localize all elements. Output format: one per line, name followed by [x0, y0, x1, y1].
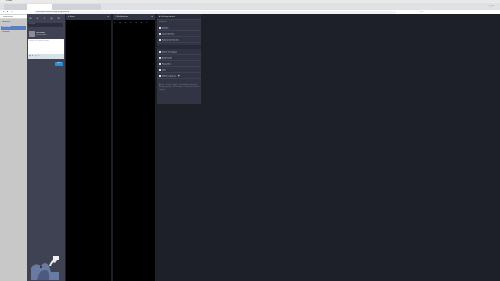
- getting-started-title: Getting started: [161, 15, 175, 18]
- globe-privacy-icon[interactable]: ◍: [35, 55, 37, 57]
- nav-bookmarks[interactable]: Bookmarks: [157, 55, 201, 61]
- user-plus-icon: [159, 74, 161, 77]
- column-settings-icon[interactable]: ≡: [107, 16, 109, 18]
- nav-label: Local timeline: [162, 33, 175, 35]
- os-sidebar: Favorites Mastodon Desktop: [0, 19, 27, 281]
- os-sidebar-item-favorites[interactable]: Favorites: [1, 21, 26, 25]
- nav-label: Direct messages: [162, 51, 177, 53]
- nav-label: Explore: [162, 27, 169, 29]
- star-icon: [159, 62, 161, 65]
- nav-direct-messages[interactable]: Direct messages: [157, 49, 201, 55]
- media-icon[interactable]: ▣: [29, 55, 31, 57]
- os-sidebar-item-desktop[interactable]: Desktop: [1, 31, 26, 35]
- poll-icon[interactable]: ≡: [32, 55, 34, 57]
- toot-button[interactable]: Toot!: [55, 62, 63, 66]
- compose-textarea[interactable]: What is on your mind? ▣ ≡ ◍ ⚠: [28, 39, 64, 59]
- follow-request-count-icon: ●: [177, 75, 180, 77]
- bookmarks-label[interactable]: Bookmarks: [3, 16, 13, 18]
- account-handle: @username: [36, 34, 47, 36]
- reload-icon[interactable]: ↻: [11, 11, 13, 13]
- nav-favourites[interactable]: Favourites: [157, 61, 201, 67]
- home-column-title: Home: [69, 15, 76, 18]
- search-input[interactable]: Search: [28, 23, 63, 27]
- notification-filter-bar[interactable]: ✦ @ ★ ⇄ ≡ ⚑ ✎: [114, 22, 154, 25]
- bookmark-icon: [159, 56, 161, 59]
- mascot-illustration: [31, 256, 59, 280]
- globe-icon: [159, 38, 161, 41]
- os-sidebar-item-mastodon[interactable]: Mastodon: [1, 26, 26, 30]
- notifications-column: ♪ Notifications ≡ ✦ @ ★ ⇄ ≡ ⚑ ✎: [113, 14, 155, 281]
- column-settings-icon[interactable]: ≡: [151, 16, 153, 18]
- nav-label: Favourites: [162, 63, 172, 65]
- hashtag-icon: [159, 26, 161, 29]
- nav-label: Federated timeline: [162, 39, 179, 41]
- getting-started-header: ✱ Getting started: [157, 14, 201, 20]
- home-column-header[interactable]: ⌂ Home ≡: [66, 14, 111, 20]
- content-warning-icon[interactable]: ⚠: [38, 55, 40, 57]
- notifications-column-header[interactable]: ♪ Notifications ≡: [113, 14, 155, 20]
- nav-label: Follow requests: [162, 75, 176, 77]
- compose-placeholder: What is on your mind?: [29, 40, 50, 42]
- back-icon[interactable]: ◀: [3, 11, 4, 13]
- notifications-column-title: Notifications: [116, 15, 128, 18]
- nav-follow-requests[interactable]: Follow requests ●: [157, 73, 201, 79]
- nav-lists[interactable]: Lists: [157, 67, 201, 73]
- nav-label: Lists: [162, 69, 167, 71]
- home-column: ⌂ Home ≡: [66, 14, 111, 281]
- gear-icon[interactable]: ⚙: [57, 17, 60, 20]
- forward-icon[interactable]: ▶: [7, 11, 8, 13]
- bell-icon[interactable]: ♪: [43, 17, 46, 20]
- discover-section-label: Discover: [159, 21, 167, 23]
- nav-label: Bookmarks: [162, 57, 173, 59]
- home-icon[interactable]: ⌂: [36, 17, 39, 20]
- menu-icon[interactable]: ☰: [29, 17, 32, 20]
- tab-bar: Mastodon Mastodon Mastodon Mastodon — ▢ …: [0, 3, 500, 21]
- avatar[interactable]: [29, 31, 35, 37]
- users-icon: [159, 32, 161, 35]
- extensions-icon[interactable]: ⚙ ☆ ⋮: [420, 11, 426, 13]
- envelope-icon: [159, 50, 161, 53]
- globe-icon[interactable]: ◍: [50, 17, 53, 20]
- nav-local-timeline[interactable]: Local timeline: [157, 31, 201, 37]
- window-controls-icon[interactable]: — ▢ ✕: [488, 5, 494, 7]
- list-icon: [159, 68, 161, 71]
- nav-explore[interactable]: Explore: [157, 25, 201, 31]
- getting-started-footer: About · Invite people · Keyboard shortcu…: [159, 84, 201, 91]
- nav-federated-timeline[interactable]: Federated timeline: [157, 37, 201, 43]
